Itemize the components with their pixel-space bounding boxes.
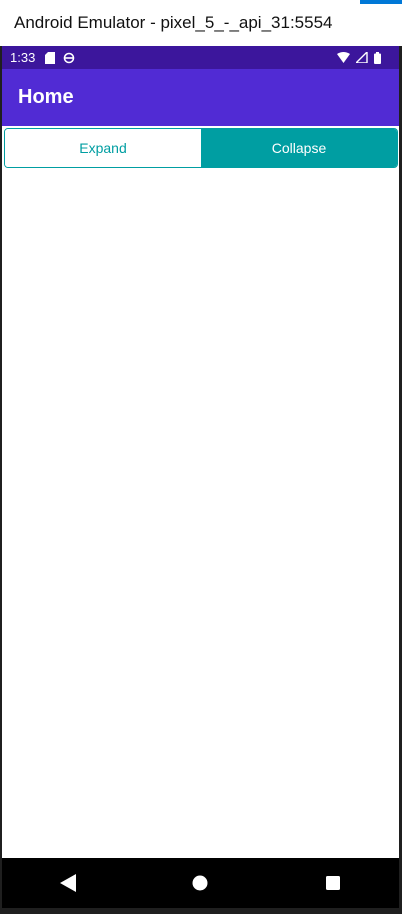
home-button[interactable] bbox=[170, 858, 230, 908]
window-titlebar[interactable]: Android Emulator - pixel_5_-_api_31:5554 bbox=[0, 0, 402, 46]
recents-button[interactable] bbox=[303, 858, 363, 908]
emulator-window: Android Emulator - pixel_5_-_api_31:5554… bbox=[0, 0, 402, 914]
window-border-bottom bbox=[0, 908, 402, 914]
back-icon bbox=[60, 874, 77, 892]
device-screen: 1:33 Home Expand Collapse bbox=[2, 46, 399, 908]
sd-card-icon bbox=[45, 51, 56, 64]
battery-icon bbox=[374, 51, 381, 64]
status-right-icons bbox=[337, 51, 381, 64]
recents-icon bbox=[325, 876, 340, 890]
signal-icon bbox=[356, 52, 368, 63]
collapse-segment[interactable]: Collapse bbox=[201, 129, 397, 167]
titlebar-accent bbox=[360, 0, 402, 4]
page-title: Home bbox=[18, 86, 74, 108]
wifi-icon bbox=[337, 52, 350, 63]
back-button[interactable] bbox=[38, 858, 98, 908]
collapse-segment-label: Collapse bbox=[271, 140, 327, 156]
expand-segment[interactable]: Expand bbox=[5, 129, 201, 167]
home-icon bbox=[192, 875, 208, 891]
status-time: 1:33 bbox=[10, 50, 36, 65]
navigation-bar bbox=[2, 858, 399, 908]
content-area bbox=[2, 168, 399, 858]
window-title: Android Emulator - pixel_5_-_api_31:5554 bbox=[14, 13, 333, 32]
expand-segment-label: Expand bbox=[79, 140, 127, 156]
sync-icon bbox=[63, 52, 75, 64]
segmented-control: Expand Collapse bbox=[4, 128, 398, 168]
app-bar: Home bbox=[2, 69, 399, 126]
status-bar: 1:33 bbox=[2, 46, 399, 69]
